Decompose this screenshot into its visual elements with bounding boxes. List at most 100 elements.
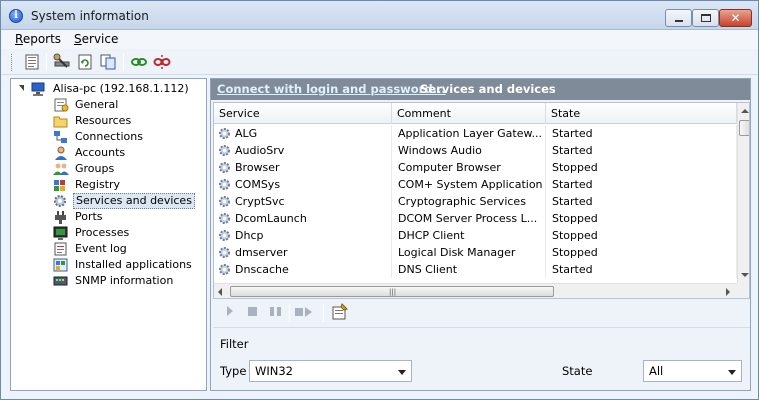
table-row[interactable]: DcomLaunch DCOM Server Process L... Stoppe… [214, 210, 737, 227]
table-row[interactable]: COMSys COM+ System Application Started [214, 176, 737, 193]
tools-button[interactable] [53, 53, 71, 71]
copy-button[interactable] [99, 53, 117, 71]
horizontal-scroll-thumb[interactable]: ||| [230, 286, 554, 297]
chevron-down-icon [398, 370, 406, 375]
cell-comment: Application Layer Gatew... [392, 125, 546, 142]
report-button[interactable] [23, 53, 41, 71]
cell-state: Started [546, 261, 737, 278]
refresh-button[interactable] [76, 53, 94, 71]
table-row[interactable]: CryptSvc Cryptographic Services Started [214, 193, 737, 210]
scroll-right-icon[interactable] [726, 288, 730, 296]
start-service-icon[interactable] [227, 306, 233, 316]
scroll-up-icon[interactable] [741, 109, 749, 113]
navigation-tree: Alisa-pc (192.168.1.112) General Resourc… [10, 78, 207, 391]
toolbar-separator [289, 304, 290, 322]
cell-service: Dhcp [214, 227, 392, 244]
gear-icon [219, 196, 230, 207]
tree-item-label: Connections [75, 130, 143, 143]
type-select-value: WIN32 [255, 364, 293, 378]
computer-icon [31, 82, 45, 96]
tree-item-label: Registry [75, 178, 121, 191]
toolbar-grip[interactable] [11, 54, 14, 71]
cell-comment: DHCP Client [392, 227, 546, 244]
scroll-corner [737, 283, 749, 298]
scroll-down-icon[interactable] [741, 273, 749, 277]
connect-button[interactable] [130, 53, 148, 71]
vertical-scrollbar[interactable] [737, 103, 749, 283]
unlink-icon [153, 55, 171, 69]
connect-login-link[interactable]: Connect with login and password... [217, 82, 446, 96]
tree-item-label: Processes [75, 226, 130, 239]
cell-service: Dnscache [214, 261, 392, 278]
toolbar-separator [46, 53, 47, 71]
cell-service: DcomLaunch [214, 210, 392, 227]
table-row[interactable]: Dhcp DHCP Client Stopped [214, 227, 737, 244]
stop-service-icon[interactable] [248, 307, 257, 316]
properties-icon [332, 303, 348, 320]
general-icon [54, 98, 69, 112]
service-name: CryptSvc [235, 195, 285, 208]
maximize-icon [701, 14, 711, 22]
panel-header: Connect with login and password... Servi… [211, 79, 750, 100]
restart-glyph-icon [295, 307, 312, 317]
disconnect-button[interactable] [153, 53, 171, 71]
close-icon: ✕ [730, 11, 741, 25]
table-row[interactable]: Dnscache DNS Client Started [214, 261, 737, 278]
gear-icon [219, 128, 230, 139]
cell-service: Browser [214, 159, 392, 176]
column-header-state[interactable]: State [546, 103, 737, 124]
cell-state: Stopped [546, 159, 737, 176]
plug-icon [55, 211, 66, 224]
horizontal-scrollbar[interactable]: ||| [214, 283, 737, 298]
grip-icon: ||| [389, 288, 397, 296]
menu-bar: Reports Service [1, 30, 758, 49]
service-name: DcomLaunch [235, 212, 307, 225]
users-group-icon [53, 163, 69, 175]
menu-service[interactable]: Service [74, 32, 118, 46]
table-row[interactable]: AudioSrv Windows Audio Started [214, 142, 737, 159]
grid-body: ALG Application Layer Gatew... Started Audi… [214, 125, 737, 283]
state-select[interactable]: All [643, 360, 742, 382]
collapse-icon[interactable] [19, 85, 24, 91]
service-name: ALG [235, 127, 258, 140]
connections-icon [54, 131, 67, 143]
tree-item-label: Ports [75, 210, 103, 223]
minimize-button[interactable] [665, 9, 692, 27]
folder-icon [53, 116, 68, 128]
column-header-comment[interactable]: Comment [392, 103, 546, 124]
report-icon [25, 54, 39, 70]
scroll-left-icon[interactable] [218, 288, 222, 296]
gear-icon [219, 213, 230, 224]
table-row[interactable]: Browser Computer Browser Stopped [214, 159, 737, 176]
maximize-button[interactable] [692, 9, 719, 27]
pause-service-icon[interactable] [270, 307, 281, 316]
table-row[interactable]: dmserver Logical Disk Manager Stopped [214, 244, 737, 261]
service-properties-button[interactable] [331, 303, 349, 321]
grid-header: Service Comment State [214, 103, 737, 124]
cell-state: Stopped [546, 244, 737, 261]
service-name: dmserver [235, 246, 288, 259]
type-label: Type [220, 364, 247, 378]
cell-service: CryptSvc [214, 193, 392, 210]
toolbar-separator [323, 304, 324, 322]
restart-service-icon[interactable] [295, 307, 312, 317]
cell-service: AudioSrv [214, 142, 392, 159]
cell-comment: Windows Audio [392, 142, 546, 159]
tree-item-label: Accounts [75, 146, 126, 159]
service-toolbar [213, 300, 750, 326]
close-button[interactable]: ✕ [719, 9, 752, 27]
services-panel: Connect with login and password... Servi… [210, 78, 751, 391]
vertical-scroll-thumb[interactable] [739, 120, 749, 136]
menu-reports[interactable]: Reports [15, 32, 61, 46]
tree-item-label: SNMP information [75, 274, 174, 287]
cell-comment: COM+ System Application [392, 176, 546, 193]
cell-comment: Logical Disk Manager [392, 244, 546, 261]
type-select[interactable]: WIN32 [249, 360, 412, 382]
table-row[interactable]: ALG Application Layer Gatew... Started [214, 125, 737, 142]
installed-apps-icon [53, 258, 68, 272]
cell-comment: DCOM Server Process L... [392, 210, 546, 227]
gear-icon [219, 145, 230, 156]
cell-service: ALG [214, 125, 392, 142]
cell-state: Stopped [546, 227, 737, 244]
column-header-service[interactable]: Service [214, 103, 392, 124]
